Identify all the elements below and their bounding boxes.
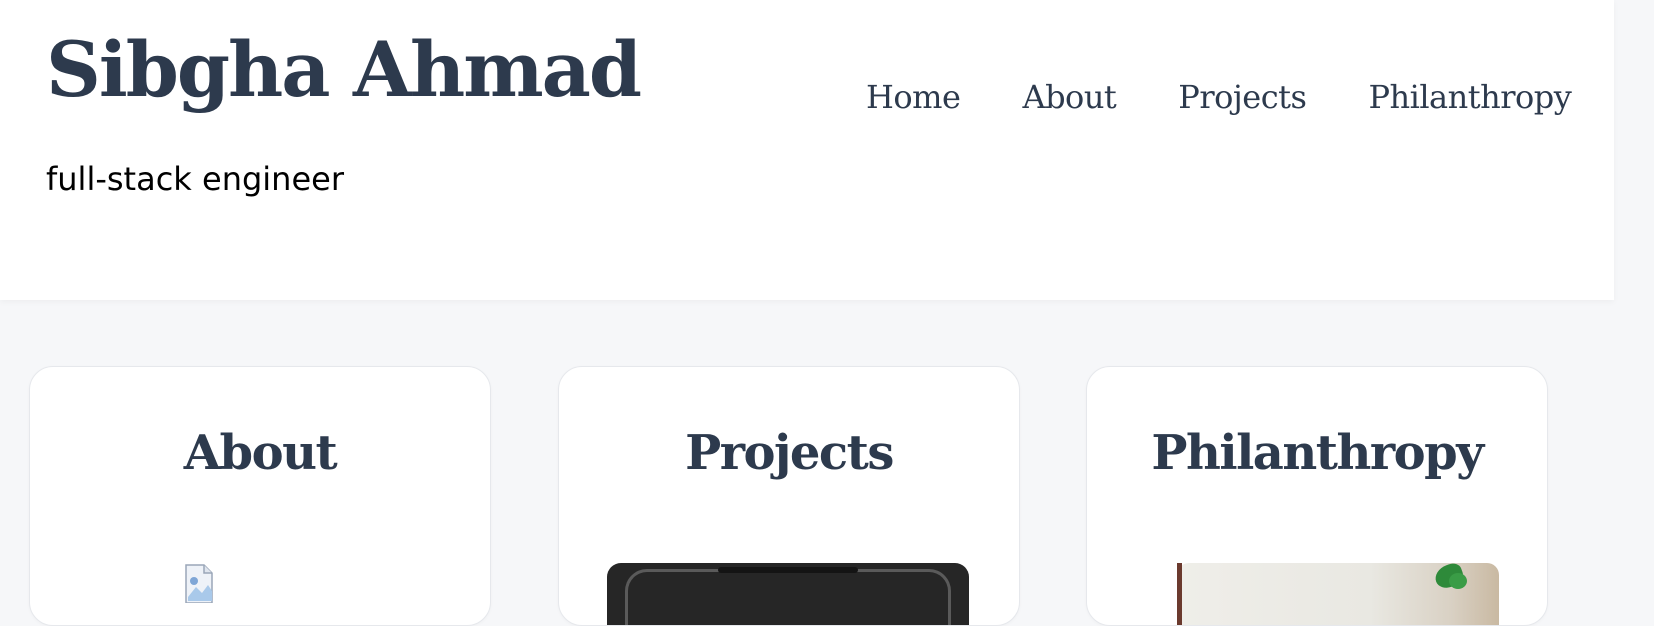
photo-plant-leaf	[1449, 573, 1467, 589]
nav-philanthropy-link[interactable]: Philanthropy	[1368, 78, 1571, 116]
site-title: Sibgha Ahmad	[46, 25, 642, 114]
projects-card[interactable]: Projects	[558, 366, 1020, 626]
site-tagline: full-stack engineer	[46, 160, 344, 198]
about-card[interactable]: About	[29, 366, 491, 626]
main-nav: Home About Projects Philanthropy	[866, 78, 1572, 116]
site-header: Sibgha Ahmad full-stack engineer Home Ab…	[0, 0, 1614, 300]
photo-door-edge	[1177, 563, 1182, 625]
projects-phone-image	[607, 563, 969, 625]
philanthropy-card-title: Philanthropy	[1151, 425, 1484, 481]
about-card-title: About	[183, 425, 338, 481]
philanthropy-photo	[1177, 560, 1499, 625]
broken-image-icon	[185, 564, 213, 603]
nav-projects-link[interactable]: Projects	[1178, 78, 1307, 116]
phone-notch	[718, 567, 858, 573]
nav-about-link[interactable]: About	[1022, 78, 1116, 116]
philanthropy-card[interactable]: Philanthropy	[1086, 366, 1548, 626]
projects-card-title: Projects	[685, 425, 894, 481]
nav-home-link[interactable]: Home	[866, 78, 961, 116]
phone-screen-frame	[625, 569, 951, 625]
